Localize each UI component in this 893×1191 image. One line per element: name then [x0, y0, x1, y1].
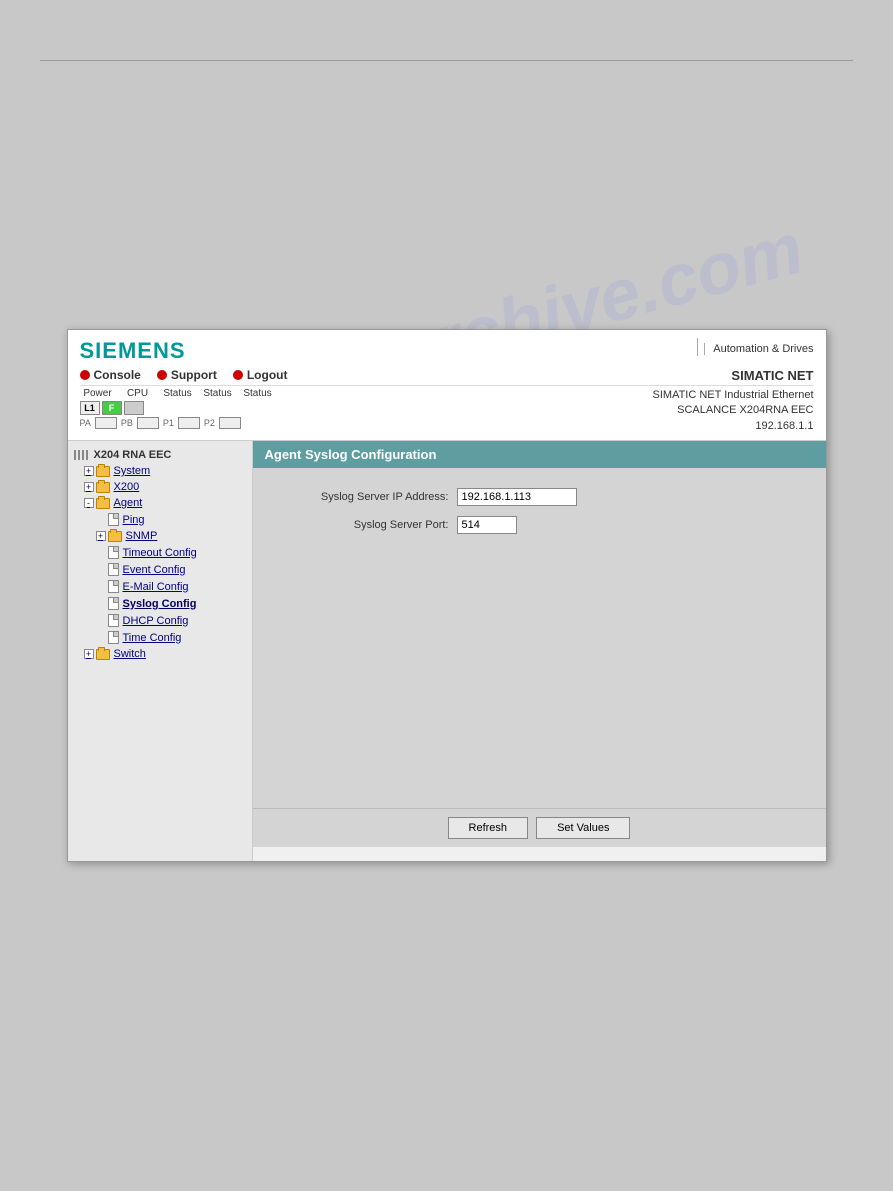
- sidebar-item-event-config[interactable]: Event Config: [68, 561, 252, 578]
- sidebar-item-time-config[interactable]: Time Config: [68, 629, 252, 646]
- x200-expand-icon[interactable]: +: [84, 482, 94, 492]
- sidebar-item-snmp[interactable]: + SNMP: [68, 528, 252, 544]
- port-form-row: Syslog Server Port:: [269, 516, 810, 534]
- console-nav[interactable]: Console: [80, 368, 141, 382]
- device-info: SIMATIC NET Industrial Ethernet SCALANCE…: [653, 388, 814, 434]
- f-indicator: F: [102, 401, 122, 415]
- content-panel: Agent Syslog Configuration Syslog Server…: [253, 441, 826, 861]
- snmp-folder-icon: [108, 531, 122, 542]
- switch-label: Switch: [114, 648, 146, 660]
- set-values-button[interactable]: Set Values: [536, 817, 630, 839]
- syslog-config-label: Syslog Config: [123, 598, 197, 610]
- dhcp-doc-icon: [108, 614, 119, 627]
- status-indicators: L1 F: [80, 401, 276, 415]
- status2-label: Status: [200, 388, 236, 399]
- sidebar: X204 RNA EEC + System + X200 -: [68, 441, 253, 861]
- dhcp-config-label: DHCP Config: [123, 615, 189, 627]
- header-right-section: Automation & Drives: [697, 338, 813, 356]
- time-doc-icon: [108, 631, 119, 644]
- snmp-label: SNMP: [126, 530, 158, 542]
- browser-window: SIEMENS Automation & Drives Console Supp…: [67, 329, 827, 862]
- sidebar-item-x200[interactable]: + X200: [68, 479, 252, 495]
- sidebar-item-email-config[interactable]: E-Mail Config: [68, 578, 252, 595]
- content-body: Syslog Server IP Address: Syslog Server …: [253, 468, 826, 808]
- device-line1: SIMATIC NET Industrial Ethernet: [653, 388, 814, 403]
- support-label: Support: [171, 368, 217, 382]
- agent-label: Agent: [114, 497, 143, 509]
- p1-port: [178, 417, 200, 429]
- header: SIEMENS Automation & Drives Console Supp…: [68, 330, 826, 441]
- switch-expand-icon[interactable]: +: [84, 649, 94, 659]
- port-indicators: PA PB P1 P2: [80, 417, 276, 429]
- sidebar-item-dhcp-config[interactable]: DHCP Config: [68, 612, 252, 629]
- ip-label: Syslog Server IP Address:: [269, 491, 449, 503]
- system-folder-icon: [96, 466, 110, 477]
- system-expand-icon[interactable]: +: [84, 466, 94, 476]
- event-config-label: Event Config: [123, 564, 186, 576]
- refresh-button[interactable]: Refresh: [448, 817, 529, 839]
- system-label: System: [114, 465, 151, 477]
- simatic-net-title: SIMATIC NET: [731, 368, 813, 383]
- p2-port: [219, 417, 241, 429]
- main-area: X204 RNA EEC + System + X200 -: [68, 441, 826, 861]
- ip-form-row: Syslog Server IP Address:: [269, 488, 810, 506]
- status-bar: Power CPU Status Status Status L1 F PA: [80, 386, 814, 436]
- x200-folder-icon: [96, 482, 110, 493]
- switch-folder-icon: [96, 649, 110, 660]
- email-doc-icon: [108, 580, 119, 593]
- event-doc-icon: [108, 563, 119, 576]
- sidebar-root[interactable]: X204 RNA EEC: [68, 447, 252, 463]
- extra-indicator: [124, 401, 144, 415]
- x200-label: X200: [114, 481, 140, 493]
- sidebar-item-switch[interactable]: + Switch: [68, 646, 252, 662]
- automation-drives-label: Automation & Drives: [704, 343, 813, 355]
- sidebar-item-agent[interactable]: - Agent: [68, 495, 252, 511]
- timeout-doc-icon: [108, 546, 119, 559]
- power-label: Power: [80, 388, 116, 399]
- support-dot: [157, 370, 167, 380]
- status-labels: Power CPU Status Status Status: [80, 388, 276, 399]
- ping-label: Ping: [123, 514, 145, 526]
- agent-expand-icon[interactable]: -: [84, 498, 94, 508]
- sidebar-item-system[interactable]: + System: [68, 463, 252, 479]
- sidebar-item-timeout-config[interactable]: Timeout Config: [68, 544, 252, 561]
- status1-label: Status: [160, 388, 196, 399]
- pa-port: [95, 417, 117, 429]
- logout-nav[interactable]: Logout: [233, 368, 288, 382]
- page-wrapper: manualsarchive.com SIEMENS Automation & …: [0, 0, 893, 1191]
- device-ip: 192.168.1.1: [653, 419, 814, 434]
- status3-label: Status: [240, 388, 276, 399]
- syslog-doc-icon: [108, 597, 119, 610]
- port-label: Syslog Server Port:: [269, 519, 449, 531]
- agent-folder-icon: [96, 498, 110, 509]
- support-nav[interactable]: Support: [157, 368, 217, 382]
- header-top: SIEMENS Automation & Drives: [80, 338, 814, 364]
- content-footer: Refresh Set Values: [253, 808, 826, 847]
- snmp-expand-icon[interactable]: +: [96, 531, 106, 541]
- device-line2: SCALANCE X204RNA EEC: [653, 403, 814, 418]
- sidebar-item-ping[interactable]: Ping: [68, 511, 252, 528]
- root-label: X204 RNA EEC: [94, 449, 172, 461]
- l1-indicator: L1: [80, 401, 100, 415]
- content-title: Agent Syslog Configuration: [265, 447, 437, 462]
- port-input[interactable]: [457, 516, 517, 534]
- ip-input[interactable]: [457, 488, 577, 506]
- sidebar-item-syslog-config[interactable]: Syslog Config: [68, 595, 252, 612]
- console-label: Console: [94, 368, 141, 382]
- ping-doc-icon: [108, 513, 119, 526]
- siemens-logo: SIEMENS: [80, 338, 186, 364]
- content-header: Agent Syslog Configuration: [253, 441, 826, 468]
- timeout-config-label: Timeout Config: [123, 547, 197, 559]
- email-config-label: E-Mail Config: [123, 581, 189, 593]
- logout-label: Logout: [247, 368, 288, 382]
- time-config-label: Time Config: [123, 632, 182, 644]
- top-line: [40, 60, 853, 61]
- root-dots-icon: [74, 450, 90, 460]
- console-dot: [80, 370, 90, 380]
- logout-dot: [233, 370, 243, 380]
- cpu-label: CPU: [120, 388, 156, 399]
- pb-port: [137, 417, 159, 429]
